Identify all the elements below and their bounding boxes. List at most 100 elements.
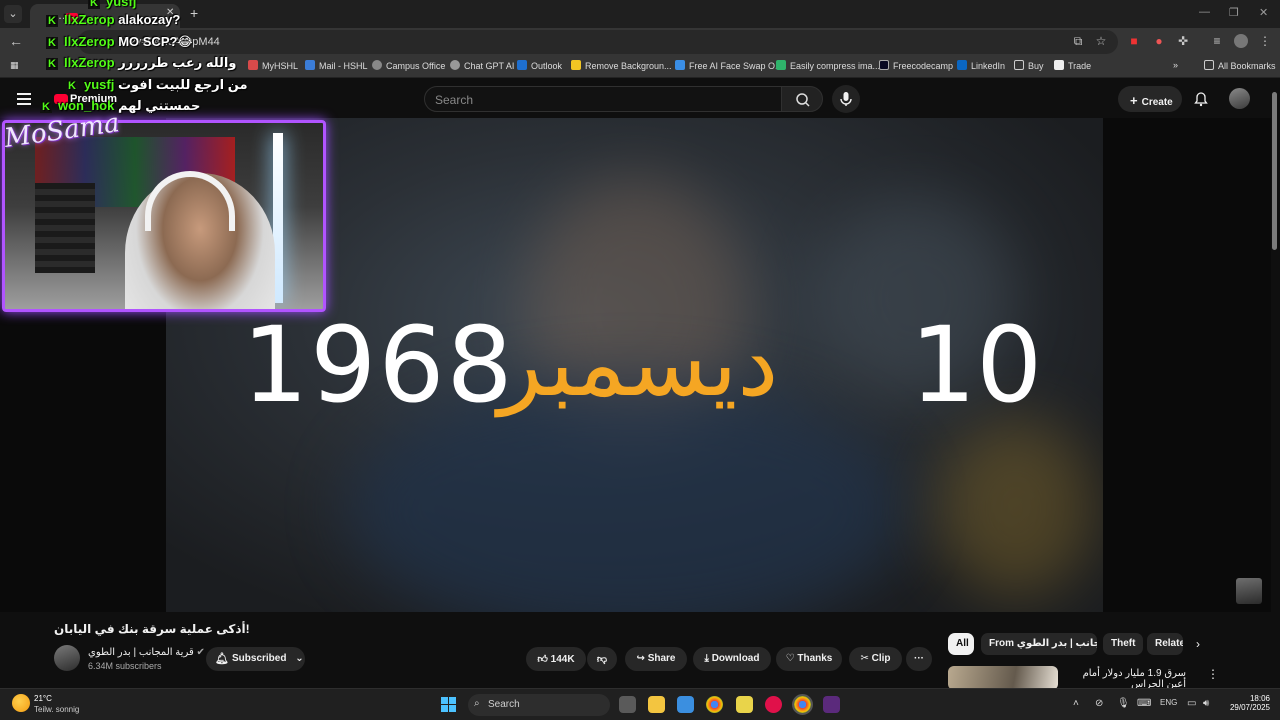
chrome-icon[interactable] (706, 696, 723, 713)
voice-search-button[interactable] (832, 85, 860, 113)
microsoft-store-icon[interactable] (677, 696, 694, 713)
chat-message: Kyusfj (88, 0, 136, 9)
network-icon[interactable]: ▭ (1187, 698, 1196, 709)
download-button[interactable]: ⤓ Download (693, 647, 771, 671)
like-button[interactable]: 👍︎ 144K (526, 647, 586, 671)
bookmark-myhshl[interactable]: MyHSHL (248, 60, 298, 71)
taskbar-search-icon: ⌕ (474, 698, 480, 709)
extensions-puzzle-icon[interactable]: ✜ (1176, 34, 1190, 48)
kick-badge-icon: K (88, 0, 100, 9)
channel-watermark[interactable] (1236, 578, 1262, 604)
app-icon[interactable] (736, 696, 753, 713)
thanks-button[interactable]: ♡ Thanks (776, 647, 842, 671)
taskbar-search[interactable]: ⌕ Search (468, 694, 610, 716)
bookmark-freecodecamp[interactable]: Freecodecamp (879, 60, 953, 71)
bookmark-compress[interactable]: Easily compress ima... (776, 60, 880, 71)
close-window-icon[interactable]: ✕ (1259, 6, 1268, 19)
recommended-thumbnail[interactable] (948, 666, 1058, 690)
extension-icon[interactable]: ■ (1127, 34, 1141, 48)
tab-search-dropdown-icon[interactable]: ⌄ (4, 5, 22, 23)
tray-keyboard-icon[interactable]: ⌨ (1137, 698, 1151, 709)
tradingview-icon (1054, 60, 1064, 70)
weather-description: Teilw. sonnig (34, 705, 80, 714)
kick-badge-icon: K (46, 15, 58, 27)
tray-app-icon[interactable]: ⊘ (1095, 698, 1103, 709)
maximize-icon[interactable]: ❐ (1229, 6, 1239, 19)
create-button[interactable]: + Create (1118, 86, 1182, 112)
bell-icon: 🔔︎ (215, 653, 229, 665)
chat-message: K IlxZerop alakozay? (46, 12, 180, 27)
file-explorer-icon[interactable] (648, 696, 665, 713)
chevron-down-icon: ⌄ (295, 653, 304, 664)
chips-next-chevron-icon[interactable]: › (1196, 637, 1200, 651)
video-title: !أذكى عملية سرقة بنك في اليابان (54, 622, 250, 636)
new-tab-icon[interactable]: + (190, 5, 198, 21)
more-actions-button[interactable]: ··· (906, 647, 932, 671)
tray-mic-icon[interactable]: 🎙︎ (1117, 698, 1130, 709)
kick-badge-icon: K (46, 58, 58, 70)
chip-related[interactable]: Relate (1147, 633, 1183, 655)
apps-grid-icon[interactable]: ▦ (10, 60, 19, 71)
recommended-title[interactable]: سرق 1.9 مليار دولار أمام أعين الحراس (1066, 668, 1186, 690)
bookmark-outlook[interactable]: Outlook (517, 60, 562, 71)
clip-button[interactable]: ✂ Clip (849, 647, 902, 671)
profile-avatar-icon[interactable] (1234, 34, 1248, 48)
bookmark-face-swap[interactable]: Free AI Face Swap O... (675, 60, 783, 71)
video-date-overlay: 1968 ديسمبر 10 (166, 300, 1103, 440)
share-button[interactable]: ↪ Share (625, 647, 687, 671)
extension-red-icon[interactable]: ● (1152, 34, 1166, 48)
obs-icon[interactable] (823, 696, 840, 713)
thumbs-up-icon: 👍︎ (537, 654, 551, 665)
bookmark-favicon-icon (248, 60, 258, 70)
search-input[interactable]: Search (424, 86, 782, 112)
bookmark-folder-buy[interactable]: Buy (1014, 60, 1044, 71)
page-scrollbar[interactable] (1272, 92, 1277, 250)
dislike-button[interactable]: 👎︎ (587, 647, 617, 671)
opera-icon[interactable] (765, 696, 782, 713)
bookmark-star-icon[interactable]: ☆ (1094, 34, 1108, 48)
weather-temperature: 21°C (34, 694, 52, 703)
back-icon[interactable]: ← (9, 33, 23, 49)
bookmark-campus-office[interactable]: Campus Office (372, 60, 445, 71)
chip-from-channel[interactable]: From قرية المجانب | بدر الطوي (981, 633, 1097, 655)
chrome-active-icon[interactable] (792, 694, 813, 715)
bookmarks-overflow-icon[interactable]: » (1173, 60, 1178, 70)
notifications-bell-icon[interactable] (1193, 91, 1209, 107)
channel-name[interactable]: قرية المجانب | بدر الطوي ✔ (88, 647, 205, 658)
all-bookmarks-folder[interactable]: All Bookmarks (1204, 60, 1276, 71)
verified-icon: ✔ (196, 647, 205, 658)
recommended-menu-icon[interactable]: ⋮ (1207, 667, 1219, 681)
bookmark-trade[interactable]: Trade (1054, 60, 1091, 71)
share-icon: ↪ (636, 653, 648, 664)
webcam-acoustic-foam (35, 183, 95, 273)
plus-icon: + (1130, 93, 1138, 108)
subscribed-button[interactable]: 🔔︎ Subscribed ⌄ (206, 647, 305, 671)
scissors-icon: ✂ (860, 653, 872, 664)
task-view-icon[interactable] (619, 696, 636, 713)
search-button[interactable] (781, 86, 823, 112)
search-icon (796, 93, 810, 107)
taskbar-clock[interactable]: 18:06 29/07/2025 (1228, 694, 1270, 712)
windows-start-icon[interactable] (441, 697, 456, 712)
volume-icon[interactable]: 🔊︎ (1203, 698, 1209, 709)
channel-avatar[interactable] (54, 645, 80, 671)
chrome-menu-icon[interactable]: ⋮ (1258, 34, 1272, 48)
chip-theft[interactable]: Theft (1103, 633, 1143, 655)
bookmark-remove-background[interactable]: Remove Backgroun... (571, 60, 672, 71)
media-control-icon[interactable]: ≡ (1210, 34, 1224, 48)
language-indicator[interactable]: ENG (1160, 698, 1177, 707)
openai-icon (450, 60, 460, 70)
bookmark-linkedin[interactable]: LinkedIn (957, 60, 1005, 71)
account-avatar[interactable] (1229, 88, 1250, 109)
bookmark-mail-hshl[interactable]: Mail - HSHL (305, 60, 368, 71)
address-bar[interactable]: ch?v=04HcArDpM44 (78, 30, 1118, 54)
bookmark-chatgpt[interactable]: Chat GPT AI (450, 60, 514, 71)
minimize-icon[interactable]: — (1199, 6, 1210, 18)
kick-badge-icon: K (46, 37, 58, 49)
browser-tab-bar: ⌄ … ✕ + — ❐ ✕ (0, 0, 1280, 28)
chip-all[interactable]: All (948, 633, 974, 655)
cast-icon[interactable]: ⧉ (1071, 34, 1085, 48)
hamburger-menu-icon[interactable] (17, 93, 31, 105)
weather-sun-icon[interactable] (12, 694, 30, 712)
tray-overflow-icon[interactable]: ˄ (1073, 698, 1079, 709)
